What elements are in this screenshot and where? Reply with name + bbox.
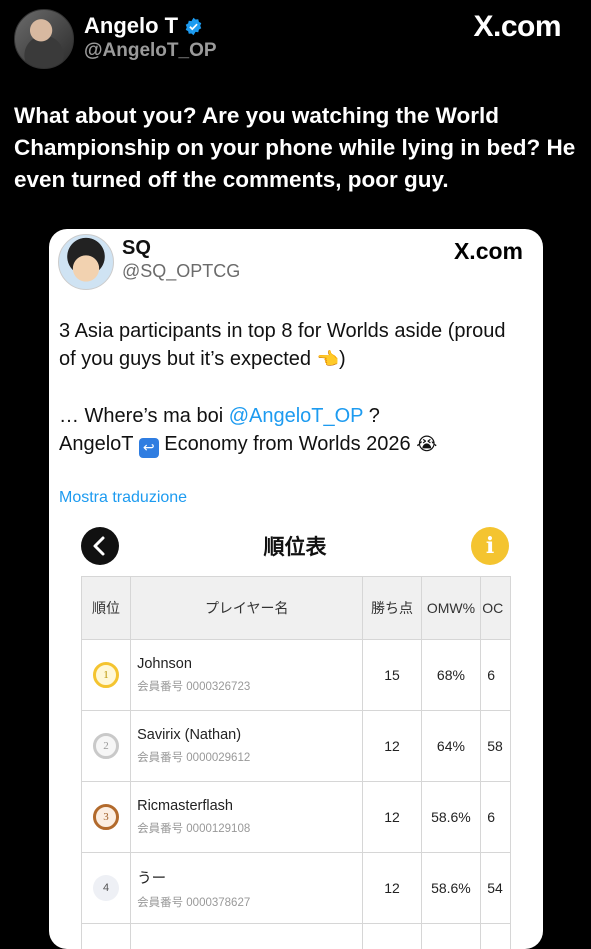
- player-cell: [131, 924, 363, 949]
- quoted-text-line-4-b: Economy from Worlds 2026: [159, 433, 417, 455]
- show-translation-link[interactable]: Mostra traduzione: [59, 489, 187, 507]
- quoted-avatar[interactable]: [58, 234, 114, 290]
- bronze-medal-icon: 3: [93, 804, 119, 830]
- silver-medal-icon: 2: [93, 733, 119, 759]
- verified-badge-icon: [184, 17, 203, 36]
- table-row[interactable]: [82, 924, 511, 949]
- quoted-text-line-1: 3 Asia participants in top 8 for Worlds …: [59, 317, 539, 345]
- standings-title: 順位表: [81, 531, 509, 561]
- oc-cell: [481, 924, 511, 949]
- quoted-text-line-3-a: … Where’s ma boi: [59, 405, 229, 427]
- standings-app-bar: 順位表 i: [81, 527, 509, 563]
- info-icon[interactable]: i: [471, 527, 509, 565]
- quoted-x-logo: X.com: [454, 238, 523, 265]
- rank-cell: 4: [82, 853, 131, 924]
- member-id: 会員番号 0000326723: [137, 678, 361, 694]
- quoted-text-line-3-b: ?: [363, 405, 380, 427]
- header-player: プレイヤー名: [131, 577, 363, 640]
- header-rank: 順位: [82, 577, 131, 640]
- omw-cell: 58.6%: [421, 782, 481, 853]
- tweet-text: What about you? Are you watching the Wor…: [14, 100, 584, 196]
- quoted-tweet-text: 3 Asia participants in top 8 for Worlds …: [59, 317, 539, 459]
- rank-cell: 2: [82, 711, 131, 782]
- table-row[interactable]: 4 うー会員番号 0000378627 12 58.6% 54: [82, 853, 511, 924]
- quoted-tweet-card[interactable]: SQ @SQ_OPTCG X.com 3 Asia participants i…: [49, 229, 543, 949]
- points-cell: 12: [363, 711, 421, 782]
- points-cell: [363, 924, 421, 949]
- omw-cell: [421, 924, 481, 949]
- player-cell: Ricmasterflash 会員番号 0000129108: [131, 782, 363, 853]
- author-handle[interactable]: @AngeloT_OP: [84, 40, 217, 62]
- oc-cell: 54: [481, 853, 511, 924]
- rank-cell: 1: [82, 640, 131, 711]
- header-points: 勝ち点: [363, 577, 421, 640]
- return-arrow-icon: ↩: [139, 438, 159, 458]
- author-name[interactable]: Angelo T: [84, 13, 203, 39]
- quoted-author-handle[interactable]: @SQ_OPTCG: [122, 261, 240, 282]
- quoted-text-line-3: … Where’s ma boi @AngeloT_OP ?: [59, 402, 539, 430]
- table-header-row: 順位 プレイヤー名 勝ち点 OMW% OC: [82, 577, 511, 640]
- oc-cell: 58: [481, 711, 511, 782]
- quoted-text-line-4-a: AngeloT: [59, 433, 139, 455]
- points-cell: 12: [363, 782, 421, 853]
- mention-link[interactable]: @AngeloT_OP: [229, 405, 363, 427]
- quoted-text-line-2: of you guys but it’s expected 👈): [59, 345, 539, 374]
- rank-cell: [82, 924, 131, 949]
- player-cell: うー会員番号 0000378627: [131, 853, 363, 924]
- quoted-text-line-2-a: of you guys but it’s expected: [59, 348, 317, 370]
- oc-cell: 6: [481, 782, 511, 853]
- omw-cell: 68%: [421, 640, 481, 711]
- table-row[interactable]: 1 Johnson 会員番号 0000326723 15 68% 6: [82, 640, 511, 711]
- quoted-text-line-2-b: ): [339, 348, 346, 370]
- crying-face-icon: 😭: [416, 431, 437, 459]
- quoted-text-line-4: AngeloT ↩ Economy from Worlds 2026 😭: [59, 430, 539, 459]
- x-logo: X.com: [473, 10, 561, 44]
- omw-cell: 58.6%: [421, 853, 481, 924]
- player-cell: Savirix (Nathan) 会員番号 0000029612: [131, 711, 363, 782]
- player-name: Johnson: [137, 656, 361, 672]
- player-name: うー: [137, 867, 361, 888]
- blank-line: [59, 374, 539, 402]
- member-id: 会員番号 0000029612: [137, 749, 361, 765]
- header-oc: OC: [481, 577, 511, 640]
- gold-medal-icon: 1: [93, 662, 119, 688]
- points-cell: 15: [363, 640, 421, 711]
- player-cell: Johnson 会員番号 0000326723: [131, 640, 363, 711]
- header-omw: OMW%: [421, 577, 481, 640]
- author-name-text: Angelo T: [84, 13, 178, 39]
- outer-tweet-header: Angelo T @AngeloT_OP X.com: [0, 0, 591, 90]
- avatar[interactable]: [14, 9, 74, 69]
- standings-table-container[interactable]: 順位 プレイヤー名 勝ち点 OMW% OC 1 Johnson 会員番号 0000…: [81, 576, 511, 949]
- member-id: 会員番号 0000378627: [137, 894, 361, 910]
- player-name: Ricmasterflash: [137, 798, 361, 814]
- table-row[interactable]: 3 Ricmasterflash 会員番号 0000129108 12 58.6%…: [82, 782, 511, 853]
- omw-cell: 64%: [421, 711, 481, 782]
- oc-cell: 6: [481, 640, 511, 711]
- pointing-hand-icon: 👈: [317, 346, 339, 374]
- member-id: 会員番号 0000129108: [137, 820, 361, 836]
- rank-cell: 3: [82, 782, 131, 853]
- table-row[interactable]: 2 Savirix (Nathan) 会員番号 0000029612 12 64%…: [82, 711, 511, 782]
- points-cell: 12: [363, 853, 421, 924]
- quoted-author-name[interactable]: SQ: [122, 237, 151, 260]
- player-name: Savirix (Nathan): [137, 727, 361, 743]
- rank-badge: 4: [93, 875, 119, 901]
- standings-table: 順位 プレイヤー名 勝ち点 OMW% OC 1 Johnson 会員番号 0000…: [81, 576, 511, 949]
